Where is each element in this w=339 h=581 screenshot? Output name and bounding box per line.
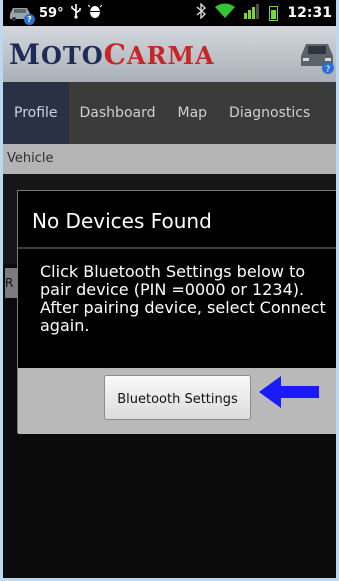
wifi-icon [215, 3, 236, 23]
tab-dashboard[interactable]: Dashboard [69, 82, 167, 144]
status-right: 12:31 [196, 2, 332, 23]
dialog-divider [18, 247, 336, 249]
status-left: ? 59° [7, 3, 102, 25]
temperature-text: 59° [39, 5, 64, 21]
vehicle-status-icon[interactable]: ? [296, 38, 336, 75]
screen-frame: ? 59° 12:31 MOTOCARMA ? Profile Dashboar… [0, 0, 339, 581]
tab-diagnostics[interactable]: Diagnostics [218, 82, 321, 144]
clock-text: 12:31 [287, 5, 332, 21]
status-bar: ? 59° 12:31 [3, 0, 336, 26]
app-header: MOTOCARMA ? [3, 26, 336, 82]
vehicle-section-header: Vehicle [3, 144, 336, 174]
signal-icon [244, 3, 260, 23]
tab-bar: Profile Dashboard Map Diagnostics [3, 82, 336, 144]
usb-icon [70, 3, 82, 23]
android-debug-icon [87, 3, 102, 23]
tab-profile[interactable]: Profile [3, 82, 69, 144]
battery-icon [269, 5, 279, 21]
bluetooth-icon [196, 2, 207, 23]
arrow-left-icon [259, 374, 319, 410]
car-notification-icon: ? [7, 4, 35, 25]
bluetooth-settings-button[interactable]: Bluetooth Settings [104, 375, 251, 420]
dialog-title: No Devices Found [32, 209, 212, 233]
svg-text:?: ? [326, 65, 331, 74]
app-logo: MOTOCARMA [9, 38, 215, 71]
dialog-message: Click Bluetooth Settings below to pair d… [40, 262, 326, 335]
tab-map[interactable]: Map [167, 82, 219, 144]
